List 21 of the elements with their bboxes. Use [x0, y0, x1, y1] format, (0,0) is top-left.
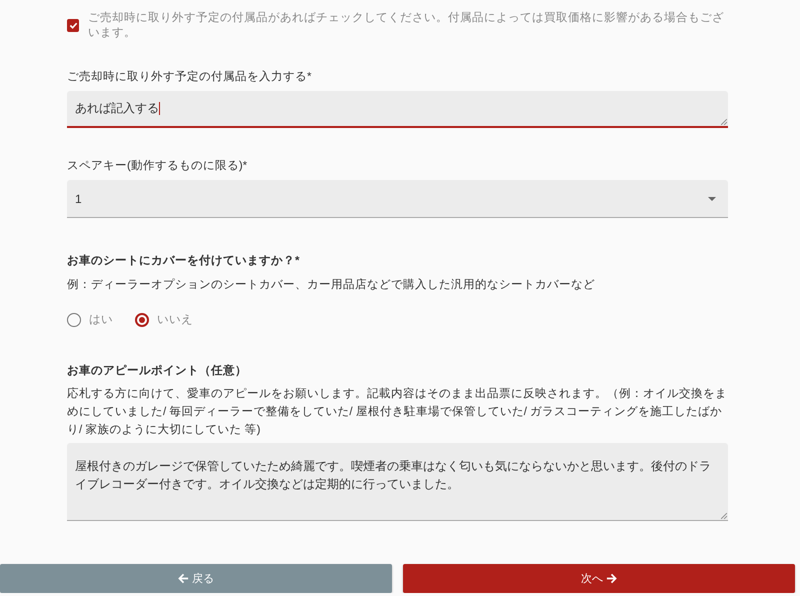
- radio-button[interactable]: [67, 312, 81, 326]
- radio-label: いいえ: [157, 313, 193, 327]
- radio-label: はい: [89, 313, 113, 327]
- field-description: 応札する方に向けて、愛車のアピールをお願いします。記載内容はそのまま出品票に反映されます。（例：オイル交換をまめにしていました/ 毎回ディーラーで整備をしていた/ 屋根付き駐車場で保管していた/ ガラスコーティングを施工したばかり/ 家族のように大切にしていた 等): [67, 386, 728, 438]
- arrow-left-icon: [178, 573, 189, 584]
- question-hint: 例：ディーラーオプションのシートカバー、カー用品店などで購入した汎用的なシートカバーなど: [67, 277, 596, 292]
- dropdown-caret-icon: [708, 196, 716, 200]
- arrow-right-icon: [606, 573, 617, 584]
- field-label: お車のアピールポイント（任意）: [67, 363, 248, 378]
- field-label: ご売却時に取り外す予定の付属品を入力する*: [67, 70, 312, 84]
- checkbox[interactable]: [67, 18, 80, 32]
- checkbox-label: ご売却時に取り外す予定の付属品があればチェックしてください。付属品によっては買取価格に影響がある場合もございます。: [88, 10, 726, 40]
- radio-button[interactable]: [135, 312, 149, 326]
- question-label: お車のシートにカバーを付けていますか？*: [67, 253, 300, 268]
- input-field[interactable]: あれば記入する: [67, 91, 728, 128]
- field-label: スペアキー(動作するものに限る)*: [67, 158, 248, 173]
- select-field[interactable]: 1: [67, 180, 728, 218]
- text-area[interactable]: 屋根付きのガレージで保管していたため綺麗です。喫煙者の乗車はなく匂いも気にならないかと思います。後付のドライブレコーダー付きです。オイル交換などは定期的に行っていました。: [67, 443, 728, 521]
- next-button[interactable]: 次へ: [403, 564, 795, 593]
- resize-grip-icon: [721, 119, 727, 125]
- resize-grip-icon: [721, 513, 727, 519]
